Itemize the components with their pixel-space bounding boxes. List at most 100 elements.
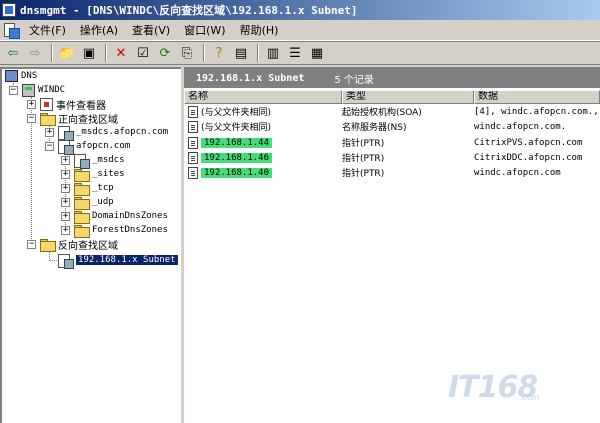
tree-item-msdcs-zone[interactable]: _msdcs.afopcn.com [58, 125, 169, 141]
folder-icon [74, 182, 90, 196]
tree-item-child[interactable]: ForestDnsZones [74, 223, 168, 238]
tree-item-child[interactable]: _udp [74, 195, 114, 210]
list-icon[interactable]: ☰ [285, 43, 305, 63]
menu-help[interactable]: 帮助(H) [233, 21, 286, 40]
expand-toggle[interactable]: + [61, 170, 70, 179]
record-icon [188, 105, 198, 118]
menu-file[interactable]: 文件(F) [22, 21, 73, 40]
up-folder-icon[interactable]: 📁 [57, 43, 77, 63]
tree-label-child: _tcp [92, 183, 114, 193]
tree-item-child[interactable]: DomainDnsZones [74, 209, 168, 224]
event-viewer-icon [40, 97, 53, 111]
delete-icon[interactable]: ✕ [111, 43, 131, 63]
folder-icon [74, 196, 90, 210]
window-title: dnsmgmt - [DNS\WINDC\反向查找区域\192.168.1.x … [20, 4, 358, 17]
record-name: 192.168.1.46 [201, 152, 273, 163]
record-name-cell: 192.168.1.40 [184, 165, 342, 180]
expand-toggle[interactable]: + [61, 226, 70, 235]
server-icon [22, 83, 35, 97]
pane-title: 192.168.1.x Subnet [196, 73, 305, 84]
column-headers: 名称 类型 数据 [184, 90, 600, 104]
folder-icon [74, 210, 90, 224]
record-icon [188, 120, 198, 133]
record-name-cell: (与父文件夹相同) [184, 119, 342, 134]
help-icon[interactable]: ? [209, 43, 229, 63]
record-icon [188, 136, 198, 149]
properties-icon[interactable]: ☑ [133, 43, 153, 63]
tree-item-reverse-zones[interactable]: 反向查找区域 [40, 237, 118, 252]
record-type: 起始授权机构(SOA) [342, 108, 422, 118]
folder-icon [40, 112, 56, 126]
record-type: 指针(PTR) [342, 169, 385, 179]
menu-action[interactable]: 操作(A) [73, 21, 125, 40]
record-name: (与父文件夹相同) [201, 108, 272, 118]
toolbar-separator [203, 44, 205, 62]
document-icon[interactable] [4, 23, 20, 39]
table-row[interactable]: (与父文件夹相同) 名称服务器(NS) windc.afopcn.com. [184, 119, 600, 134]
tree-label-child: _msdcs [92, 155, 125, 165]
tree-label-afopcn-zone: afopcn.com [76, 141, 131, 151]
table-row[interactable]: (与父文件夹相同) 起始授权机构(SOA) [4], windc.afopcn.… [184, 104, 600, 119]
expand-toggle[interactable]: + [61, 156, 70, 165]
tree-item-event-viewer[interactable]: 事件查看器 [40, 97, 106, 112]
collapse-toggle[interactable]: − [45, 142, 54, 151]
collapse-toggle[interactable]: − [27, 240, 36, 249]
tree-item-afopcn-zone[interactable]: afopcn.com [58, 139, 131, 155]
expand-toggle[interactable]: + [61, 198, 70, 207]
tree-label-server: WINDC [38, 85, 66, 95]
show-hide-tree-icon[interactable]: ▣ [79, 43, 99, 63]
details-pane: 192.168.1.x Subnet 5 个记录 名称 类型 数据 (与父文件夹… [184, 67, 600, 423]
tree-item-child[interactable]: _msdcs [74, 153, 125, 169]
console-tree[interactable]: DNS − WINDC + 事件查看器 − 正向查找区域 + _msdcs.af… [0, 67, 181, 423]
toolbar-separator [51, 44, 53, 62]
tree-item-child[interactable]: _sites [74, 167, 125, 182]
server-record-icon[interactable]: ▥ [263, 43, 283, 63]
record-type: 指针(PTR) [342, 139, 385, 149]
back-arrow-icon[interactable]: ⇦ [3, 43, 23, 63]
expand-toggle[interactable]: + [27, 100, 36, 109]
pane-header: 192.168.1.x Subnet 5 个记录 [184, 69, 600, 88]
record-type: 指针(PTR) [342, 154, 385, 164]
tree-item-subnet[interactable]: 192.168.1.x Subnet [58, 253, 179, 269]
export-list-icon[interactable]: ⎘ [177, 43, 197, 63]
collapse-toggle[interactable]: − [27, 114, 36, 123]
menu-view[interactable]: 查看(V) [125, 21, 177, 40]
expand-toggle[interactable]: + [61, 212, 70, 221]
tree-item-child[interactable]: _tcp [74, 181, 114, 196]
tree-label-child: _sites [92, 169, 125, 179]
table-row[interactable]: 192.168.1.46 指针(PTR) CitrixDDC.afopcn.co… [184, 150, 600, 165]
menu-window[interactable]: 窗口(W) [177, 21, 232, 40]
tree-item-dns[interactable]: DNS [5, 69, 37, 83]
toolbar-separator [257, 44, 259, 62]
record-name: (与父文件夹相同) [201, 123, 272, 133]
column-header-name[interactable]: 名称 [184, 90, 342, 104]
tree-item-server[interactable]: WINDC [22, 83, 65, 97]
column-header-type[interactable]: 类型 [342, 90, 474, 104]
tree-label-child: DomainDnsZones [92, 211, 168, 221]
details-icon[interactable]: ▦ [307, 43, 327, 63]
watermark-suffix: .com [520, 393, 540, 402]
table-row[interactable]: 192.168.1.44 指针(PTR) CitrixPVS.afopcn.co… [184, 135, 600, 150]
zone-icon [58, 125, 74, 141]
forward-arrow-icon[interactable]: ⇨ [25, 43, 45, 63]
expand-toggle[interactable]: + [45, 128, 54, 137]
zone-icon [58, 253, 74, 269]
column-header-data[interactable]: 数据 [474, 90, 600, 104]
zone-icon [74, 153, 90, 169]
console-tree-icon[interactable]: ▤ [231, 43, 251, 63]
tree-label-child: _udp [92, 197, 114, 207]
expand-toggle[interactable]: + [61, 184, 70, 193]
record-count: 5 个记录 [334, 75, 374, 86]
refresh-icon[interactable]: ⟳ [155, 43, 175, 63]
table-row[interactable]: 192.168.1.40 指针(PTR) windc.afopcn.com [184, 165, 600, 180]
dns-icon [5, 70, 18, 82]
record-data: [4], windc.afopcn.com., ... [474, 106, 600, 117]
record-data: windc.afopcn.com. [474, 121, 567, 132]
record-name-cell: (与父文件夹相同) [184, 104, 342, 119]
title-bar[interactable]: dnsmgmt - [DNS\WINDC\反向查找区域\192.168.1.x … [0, 0, 600, 20]
tree-item-forward-zones[interactable]: 正向查找区域 [40, 111, 118, 126]
record-data: windc.afopcn.com [474, 167, 561, 178]
tree-label-subnet: 192.168.1.x Subnet [75, 254, 179, 266]
tree-label-msdcs-zone: _msdcs.afopcn.com [76, 127, 169, 137]
collapse-toggle[interactable]: − [9, 86, 18, 95]
